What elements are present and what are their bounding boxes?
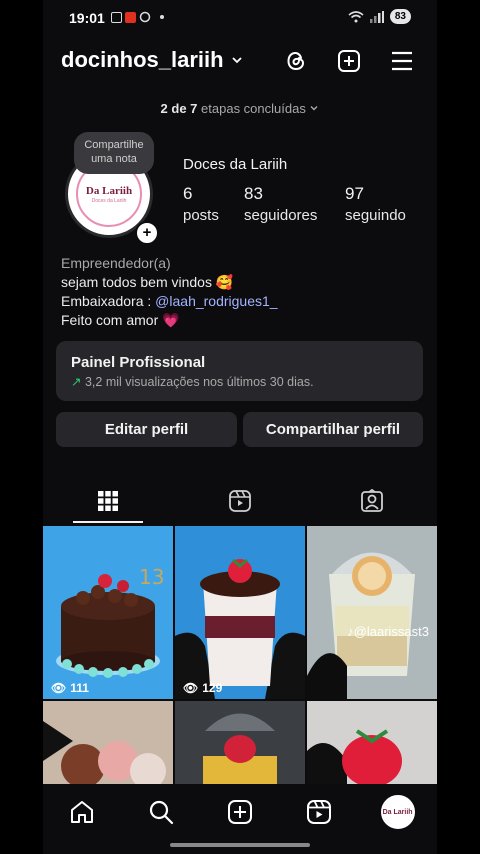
following-stat[interactable]: 97 seguindo: [345, 184, 406, 224]
dashboard-subtitle: ↗ 3,2 mil visualizações nos últimos 30 d…: [71, 374, 314, 389]
post-thumbnail[interactable]: ♪@laarissast3: [307, 526, 437, 699]
notification-icon: [125, 11, 136, 23]
eye-icon: 👁: [183, 681, 199, 695]
followers-stat[interactable]: 83 seguidores: [244, 184, 317, 224]
username-switcher[interactable]: docinhos_lariih: [61, 47, 244, 73]
posts-count: 6: [183, 184, 193, 203]
onboarding-steps[interactable]: 2 de 7 etapas concluídas: [43, 101, 437, 116]
battery-indicator: 83: [389, 9, 411, 24]
chocolate-cake-image: 13: [56, 565, 164, 678]
chevron-down-icon: [310, 106, 318, 111]
edit-profile-button[interactable]: Editar perfil: [56, 412, 237, 447]
sweets-box-image: [43, 721, 166, 789]
tab-grid[interactable]: [43, 480, 173, 522]
logo-subtext: Doces da Lariih: [91, 197, 127, 204]
bottom-navigation: Da Lariih: [43, 784, 437, 840]
menu-button[interactable]: [387, 46, 417, 76]
view-count-text: 111: [70, 681, 89, 695]
nav-profile[interactable]: Da Lariih: [378, 792, 418, 832]
following-label: seguindo: [345, 207, 406, 224]
plus-square-icon: [338, 50, 360, 72]
profile-tabs: [43, 480, 437, 523]
following-count: 97: [345, 184, 364, 203]
steps-label: etapas concluídas: [201, 101, 306, 116]
share-profile-button[interactable]: Compartilhar perfil: [243, 412, 423, 447]
note-bubble[interactable]: Compartilhe uma nota: [74, 132, 154, 174]
bio: Empreendedor(a) sejam todos bem vindos 🥰…: [61, 254, 278, 330]
threads-notification-icon: [139, 11, 151, 23]
tagged-icon: [361, 489, 383, 512]
bio-line-text: Embaixadora :: [61, 293, 156, 309]
post-thumbnail[interactable]: 13 👁 111: [43, 526, 173, 699]
home-icon: [71, 801, 94, 823]
more-notifications-dot: [160, 15, 164, 19]
post-thumbnail[interactable]: 👁 129: [175, 526, 305, 699]
post-thumbnail[interactable]: [307, 701, 437, 791]
status-time: 19:01: [69, 10, 105, 26]
followers-count: 83: [244, 184, 263, 203]
phone-screen: 19:01 83 docinhos_lariih 2 de 7 etapas c…: [43, 0, 437, 854]
search-icon: [150, 800, 174, 825]
bio-line: Embaixadora : @laah_rodrigues1_: [61, 292, 278, 311]
profile-name: Doces da Lariih: [183, 156, 288, 173]
dashboard-title: Painel Profissional: [71, 354, 206, 371]
pudding-cup-image: [307, 552, 415, 699]
threads-icon: [287, 51, 305, 71]
nav-create[interactable]: [220, 792, 260, 832]
wifi-icon: [348, 10, 364, 22]
view-count-text: 129: [202, 681, 223, 695]
status-right: 83: [348, 9, 411, 24]
notification-icon: [111, 11, 122, 23]
signal-icon: [369, 10, 384, 23]
trend-up-icon: ↗: [71, 375, 82, 389]
post-thumbnail[interactable]: [43, 701, 173, 791]
threads-button[interactable]: [281, 46, 311, 76]
followers-label: seguidores: [244, 207, 318, 224]
profile-avatar-small: Da Lariih: [380, 795, 415, 829]
username: docinhos_lariih: [61, 47, 224, 72]
steps-count: 2 de 7: [160, 101, 198, 116]
notification-icons: [111, 11, 164, 23]
bio-category: Empreendedor(a): [61, 255, 171, 271]
home-indicator[interactable]: [170, 843, 310, 847]
dessert-cup-image: [203, 713, 277, 791]
dashboard-subtitle-text: 3,2 mil visualizações nos últimos 30 dia…: [84, 375, 314, 389]
posts-stat[interactable]: 6 posts: [183, 184, 219, 224]
bio-line: sejam todos bem vindos 🥰: [61, 274, 234, 290]
view-count: 👁 111: [51, 681, 89, 695]
chevron-down-icon: [231, 57, 242, 64]
watermark-handle: @laarissast3: [353, 624, 429, 639]
tab-tagged[interactable]: [307, 480, 437, 522]
create-icon: [227, 800, 252, 824]
add-story-button[interactable]: +: [135, 221, 159, 245]
logo-text: Da Lariih: [85, 184, 133, 197]
tab-active-indicator: [73, 521, 143, 523]
bio-line: Feito com amor 💗: [61, 312, 180, 328]
dessert-cup-image: [175, 558, 305, 699]
hamburger-menu-icon: [392, 51, 412, 71]
professional-dashboard[interactable]: Painel Profissional ↗ 3,2 mil visualizaç…: [56, 341, 423, 401]
tab-reels[interactable]: [175, 480, 305, 522]
nav-reels[interactable]: [299, 792, 339, 832]
reels-icon: [306, 800, 331, 824]
create-button[interactable]: [334, 46, 364, 76]
post-thumbnail[interactable]: [175, 701, 305, 791]
grid-icon: [98, 491, 118, 511]
view-count: 👁 129: [183, 681, 222, 695]
posts-label: posts: [183, 207, 219, 224]
eye-icon: 👁: [51, 681, 67, 695]
svg-text:13: 13: [139, 565, 164, 589]
bio-mention-link[interactable]: @laah_rodrigues1_: [155, 293, 277, 309]
nav-home[interactable]: [62, 792, 102, 832]
reels-icon: [229, 490, 251, 512]
nav-search[interactable]: [141, 792, 181, 832]
watermark-text: ♪@laarissast3: [347, 624, 429, 639]
strawberry-dessert-image: [307, 729, 402, 791]
